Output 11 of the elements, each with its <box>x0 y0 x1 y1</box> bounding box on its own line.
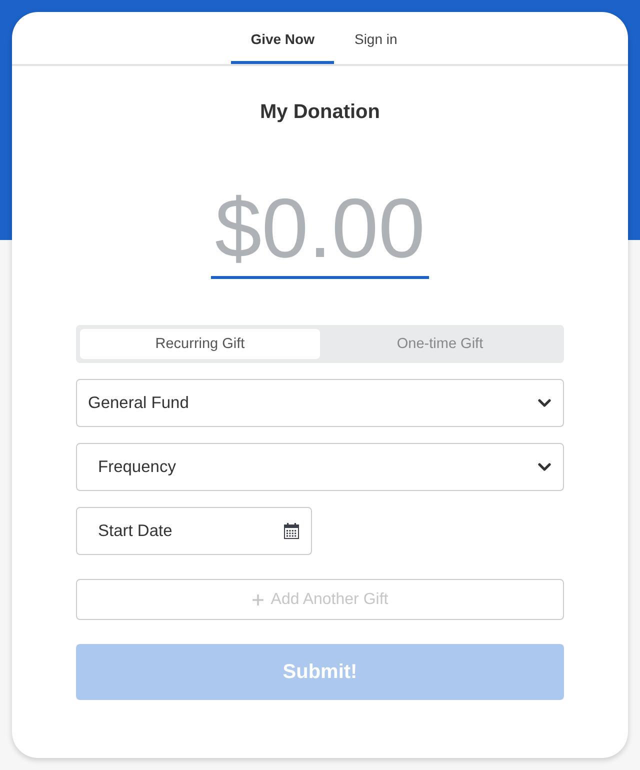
tab[interactable]: Give Now <box>230 12 334 64</box>
calendar-icon <box>284 523 299 539</box>
form-title: My Donation <box>260 100 380 124</box>
gift-type-option[interactable]: Recurring Gift <box>80 329 320 359</box>
chevron-down-icon <box>538 462 551 472</box>
tab[interactable]: Sign in <box>334 12 418 64</box>
fund-select[interactable]: General Fund <box>76 379 564 427</box>
start-date-field[interactable]: Start Date <box>76 507 312 555</box>
chevron-down-icon <box>538 398 551 408</box>
frequency-select[interactable]: Frequency <box>76 443 564 491</box>
plus-icon <box>252 594 264 606</box>
